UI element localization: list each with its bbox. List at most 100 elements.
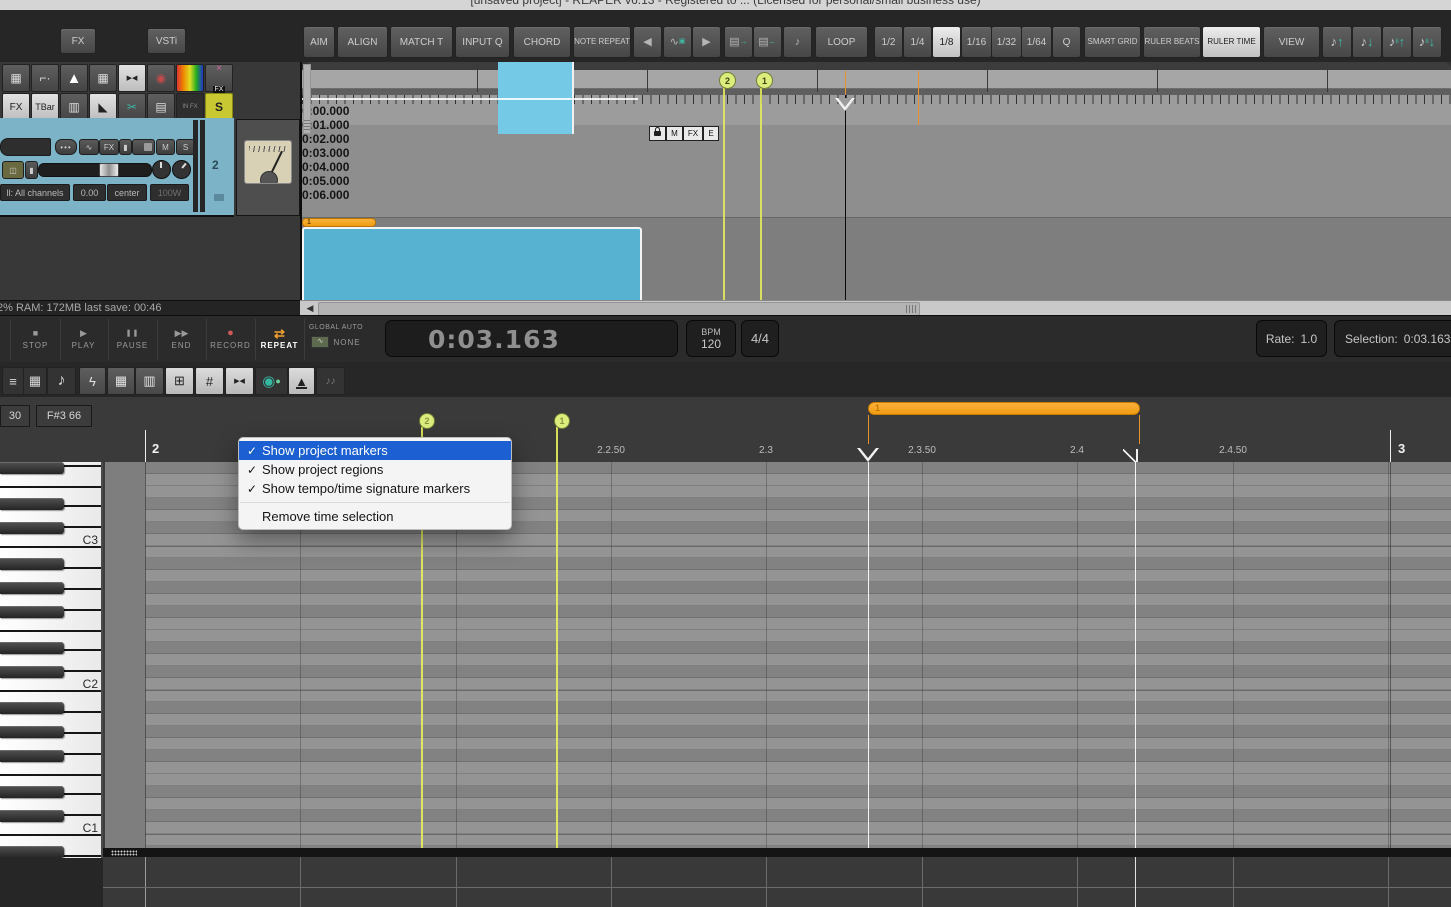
selection-box[interactable]: Selection: 0:03.163 [1334, 320, 1451, 357]
toolbar-button-1-16[interactable]: 1/16 [961, 26, 992, 58]
note-length-icon[interactable]: ♪♪ [316, 367, 345, 395]
mixer-strips-icon[interactable]: ▥ [60, 93, 88, 121]
volume-fader-handle[interactable] [99, 163, 119, 177]
transpose-semitone-down-icon[interactable]: ♪ ↓ [1352, 26, 1382, 58]
note-row[interactable] [145, 558, 1451, 570]
routing-matrix-icon[interactable]: ⌐· [31, 64, 59, 92]
record-mode-icon[interactable]: ◉ [147, 64, 175, 92]
black-key[interactable] [0, 498, 64, 510]
track-fx-toggle-button[interactable]: FX [99, 139, 119, 155]
scrollbar-grip-icon[interactable] [906, 305, 916, 313]
track-fx-button[interactable]: FX [60, 28, 96, 54]
input-toggle[interactable] [132, 139, 155, 155]
vsti-button[interactable]: VSTi [147, 28, 186, 54]
tbar-icon[interactable]: TBar [31, 93, 59, 121]
mixer-layout-icon[interactable]: ▦ [2, 64, 30, 92]
note-row[interactable] [145, 534, 1451, 546]
toolbar-button-smart-grid[interactable]: SMART GRID [1084, 26, 1141, 58]
solo-exclusive-icon[interactable]: S [205, 93, 233, 121]
toolbar-button-note-repeat[interactable]: NOTE REPEAT [573, 26, 631, 58]
black-key[interactable] [0, 582, 64, 594]
note-row[interactable] [145, 798, 1451, 810]
nav-prev-icon[interactable]: ◀ [633, 26, 662, 58]
phase-button[interactable]: ▮ [119, 139, 132, 155]
toolbar-button-align[interactable]: ALIGN [337, 26, 388, 58]
transpose-octave-up-icon[interactable]: ♪ 8 ↑ [1382, 26, 1412, 58]
note-row[interactable] [145, 774, 1451, 786]
pan-knob[interactable] [152, 160, 171, 179]
transport-time-display[interactable]: 0:03.163 [385, 320, 678, 357]
toolbar-button-match-t[interactable]: MATCH T [390, 26, 453, 58]
note-row[interactable] [145, 654, 1451, 666]
dock-editor-icon[interactable]: ⊞ [165, 367, 194, 395]
menu-item-show-tempo-time-signature-markers[interactable]: ✓ Show tempo/time signature markers [239, 479, 511, 498]
toolbar-button-input-q[interactable]: INPUT Q [455, 26, 510, 58]
black-key[interactable] [0, 666, 64, 678]
black-key[interactable] [0, 786, 64, 798]
note-row[interactable] [145, 582, 1451, 594]
swing-grid-icon[interactable]: ▥ [135, 367, 164, 395]
step-input-icon[interactable]: ▤ → [724, 26, 753, 58]
item-mute-button[interactable]: M [666, 126, 683, 141]
transpose-semitone-up-icon[interactable]: ♪ ↑ [1322, 26, 1352, 58]
black-key[interactable] [0, 702, 64, 714]
volume-fader-track[interactable] [38, 163, 152, 177]
scroll-left-arrow-icon[interactable]: ◀ [302, 302, 318, 315]
marker-lane[interactable] [302, 70, 1451, 89]
note-row[interactable] [145, 690, 1451, 702]
midi-grid-view-icon[interactable]: ▦ [23, 367, 47, 395]
menu-item-remove-time-selection[interactable]: Remove time selection [239, 507, 511, 526]
note-row[interactable] [145, 714, 1451, 726]
black-key[interactable] [0, 810, 64, 822]
toolbar-button-loop[interactable]: LOOP [815, 26, 868, 58]
theme-colors-icon[interactable] [176, 64, 204, 92]
transpose-octave-down-icon[interactable]: ♪ 8 ↓ [1412, 26, 1442, 58]
vscrollbar-grip-icon[interactable] [304, 120, 310, 130]
toolbar-button-ruler-time[interactable]: RULER TIME [1202, 26, 1261, 58]
transport-pause-button[interactable]: ❚❚ PAUSE [108, 319, 158, 360]
metronome-icon[interactable]: ▲ [60, 64, 88, 92]
width-knob[interactable] [168, 156, 195, 183]
fx-bypass-button[interactable]: ▮ [25, 161, 38, 179]
midi-loop-region-bar[interactable]: 1 [868, 402, 1140, 415]
note-row[interactable] [145, 822, 1451, 834]
toolbar-button-1-4[interactable]: 1/4 [903, 26, 932, 58]
note-row[interactable] [145, 810, 1451, 822]
midi-note-grid[interactable] [0, 462, 1451, 848]
record-monitor-icon[interactable]: ◫ [2, 161, 24, 179]
toolbar-button-chord[interactable]: CHORD [513, 26, 571, 58]
track-lane[interactable] [302, 125, 1451, 218]
velocity-lane[interactable] [103, 857, 1451, 907]
toolbar-button-view[interactable]: VIEW [1263, 26, 1320, 58]
arrange-view[interactable]: 0:00.000 0:01.000 0:02.000 0:03.000 0:04.000… [300, 62, 1451, 300]
selection-right-handle-icon[interactable] [1445, 62, 1451, 70]
black-key[interactable] [0, 846, 64, 858]
item-envelope-button[interactable]: E [703, 126, 719, 141]
grid-settings-icon[interactable]: ▦ [89, 64, 117, 92]
scrollbar-thumb[interactable] [318, 302, 920, 316]
region-lane[interactable] [302, 62, 1451, 70]
project-marker-badge[interactable]: 2 [719, 72, 736, 89]
note-row[interactable] [145, 594, 1451, 606]
piano-keys[interactable]: C3 C2 C1 [0, 462, 103, 858]
track-name-field[interactable] [0, 138, 51, 156]
transport-repeat-button[interactable]: ⇄ REPEAT [255, 319, 305, 360]
note-row[interactable] [145, 750, 1451, 762]
note-row[interactable] [145, 834, 1451, 846]
rate-box[interactable]: Rate: 1.0 [1256, 320, 1327, 357]
bpm-box[interactable]: BPM 120 [686, 320, 736, 357]
global-auto-section[interactable]: GLOBAL AUTO ∿ NONE [305, 320, 367, 361]
note-row[interactable] [145, 570, 1451, 582]
fx-chain-icon[interactable]: FX [2, 93, 30, 121]
region-bar[interactable]: 1 [302, 218, 376, 227]
actions-icon[interactable]: ϟ [79, 367, 106, 395]
black-key[interactable] [0, 606, 64, 618]
transport-stop-button[interactable]: ■ STOP [10, 319, 61, 360]
project-marker-badge[interactable]: 2 [419, 413, 435, 429]
midi-item[interactable] [302, 62, 642, 300]
black-key[interactable] [0, 750, 64, 762]
menu-item-show-project-markers[interactable]: ✓ Show project markers [239, 441, 511, 460]
record-arm-button[interactable]: ••• [55, 139, 77, 155]
transport-play-button[interactable]: ▶ PLAY [59, 319, 109, 360]
note-row[interactable] [145, 678, 1451, 690]
